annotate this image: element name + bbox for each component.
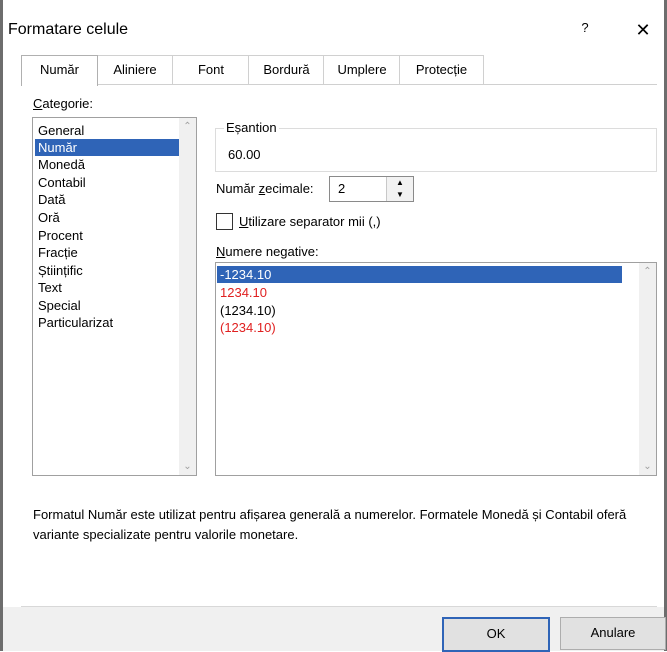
category-item-text[interactable]: Text [38, 279, 62, 296]
ok-button[interactable]: OK [442, 617, 550, 652]
sample-title: Eșantion [224, 120, 279, 135]
category-item-contabil[interactable]: Contabil [38, 174, 86, 191]
window-left-border [0, 0, 3, 651]
category-list[interactable]: General Număr Monedă Contabil Dată Oră P… [32, 117, 197, 476]
category-item-data[interactable]: Dată [38, 191, 65, 208]
help-button[interactable]: ? [575, 20, 595, 40]
negative-list-scrollbar[interactable]: ⌃ ⌄ [639, 263, 656, 475]
triangle-down-icon[interactable]: ▼ [387, 189, 413, 201]
decimals-value[interactable]: 2 [338, 181, 345, 196]
category-item-stiintific[interactable]: Științific [38, 262, 83, 279]
dialog-title: Formatare celule [8, 21, 129, 38]
negative-format-item[interactable]: (1234.10) [220, 302, 276, 319]
category-item-ora[interactable]: Oră [38, 209, 60, 226]
negative-format-item[interactable]: -1234.10 [217, 266, 622, 283]
tab-divider [21, 84, 657, 85]
chevron-up-icon[interactable]: ⌃ [179, 118, 196, 135]
negative-format-item[interactable]: (1234.10) [220, 319, 276, 336]
format-description: Formatul Număr este utilizat pentru afiș… [33, 507, 627, 542]
category-item-special[interactable]: Special [38, 297, 81, 314]
tab-protectie[interactable]: Protecție [399, 55, 484, 85]
decimals-stepper[interactable]: 2 ▲ ▼ [329, 176, 414, 202]
category-scrollbar[interactable]: ⌃ ⌄ [179, 118, 196, 475]
negative-format-item[interactable]: 1234.10 [220, 284, 267, 301]
tab-bordura[interactable]: Bordură [248, 55, 325, 85]
category-item-particularizat[interactable]: Particularizat [38, 314, 113, 331]
decimals-spin: ▲ ▼ [386, 177, 413, 201]
category-item-numar[interactable]: Număr [35, 139, 180, 156]
category-item-fractie[interactable]: Fracție [38, 244, 78, 261]
decimals-label: Număr zecimale: [216, 181, 314, 196]
tab-font[interactable]: Font [172, 55, 250, 85]
chevron-down-icon[interactable]: ⌄ [179, 458, 196, 475]
negative-numbers-list[interactable]: -1234.10 1234.10 (1234.10) (1234.10) ⌃ ⌄ [215, 262, 657, 476]
category-item-general[interactable]: General [38, 122, 84, 139]
sample-group [215, 128, 657, 172]
separator-label[interactable]: Utilizare separator mii (,) [239, 214, 381, 229]
category-label: Categorie: [33, 96, 93, 111]
chevron-up-icon[interactable]: ⌃ [639, 263, 656, 280]
tab-aliniere[interactable]: Aliniere [96, 55, 174, 85]
chevron-down-icon[interactable]: ⌄ [639, 458, 656, 475]
sample-value: 60.00 [228, 147, 261, 162]
cancel-button[interactable]: Anulare [560, 617, 666, 650]
close-button[interactable]: ✕ [630, 17, 656, 43]
tab-numar[interactable]: Număr [21, 55, 98, 86]
tab-umplere[interactable]: Umplere [323, 55, 401, 85]
negative-numbers-label: Numere negative: [216, 244, 319, 259]
category-item-moneda[interactable]: Monedă [38, 156, 85, 173]
separator-checkbox[interactable] [216, 213, 233, 230]
category-item-procent[interactable]: Procent [38, 227, 83, 244]
